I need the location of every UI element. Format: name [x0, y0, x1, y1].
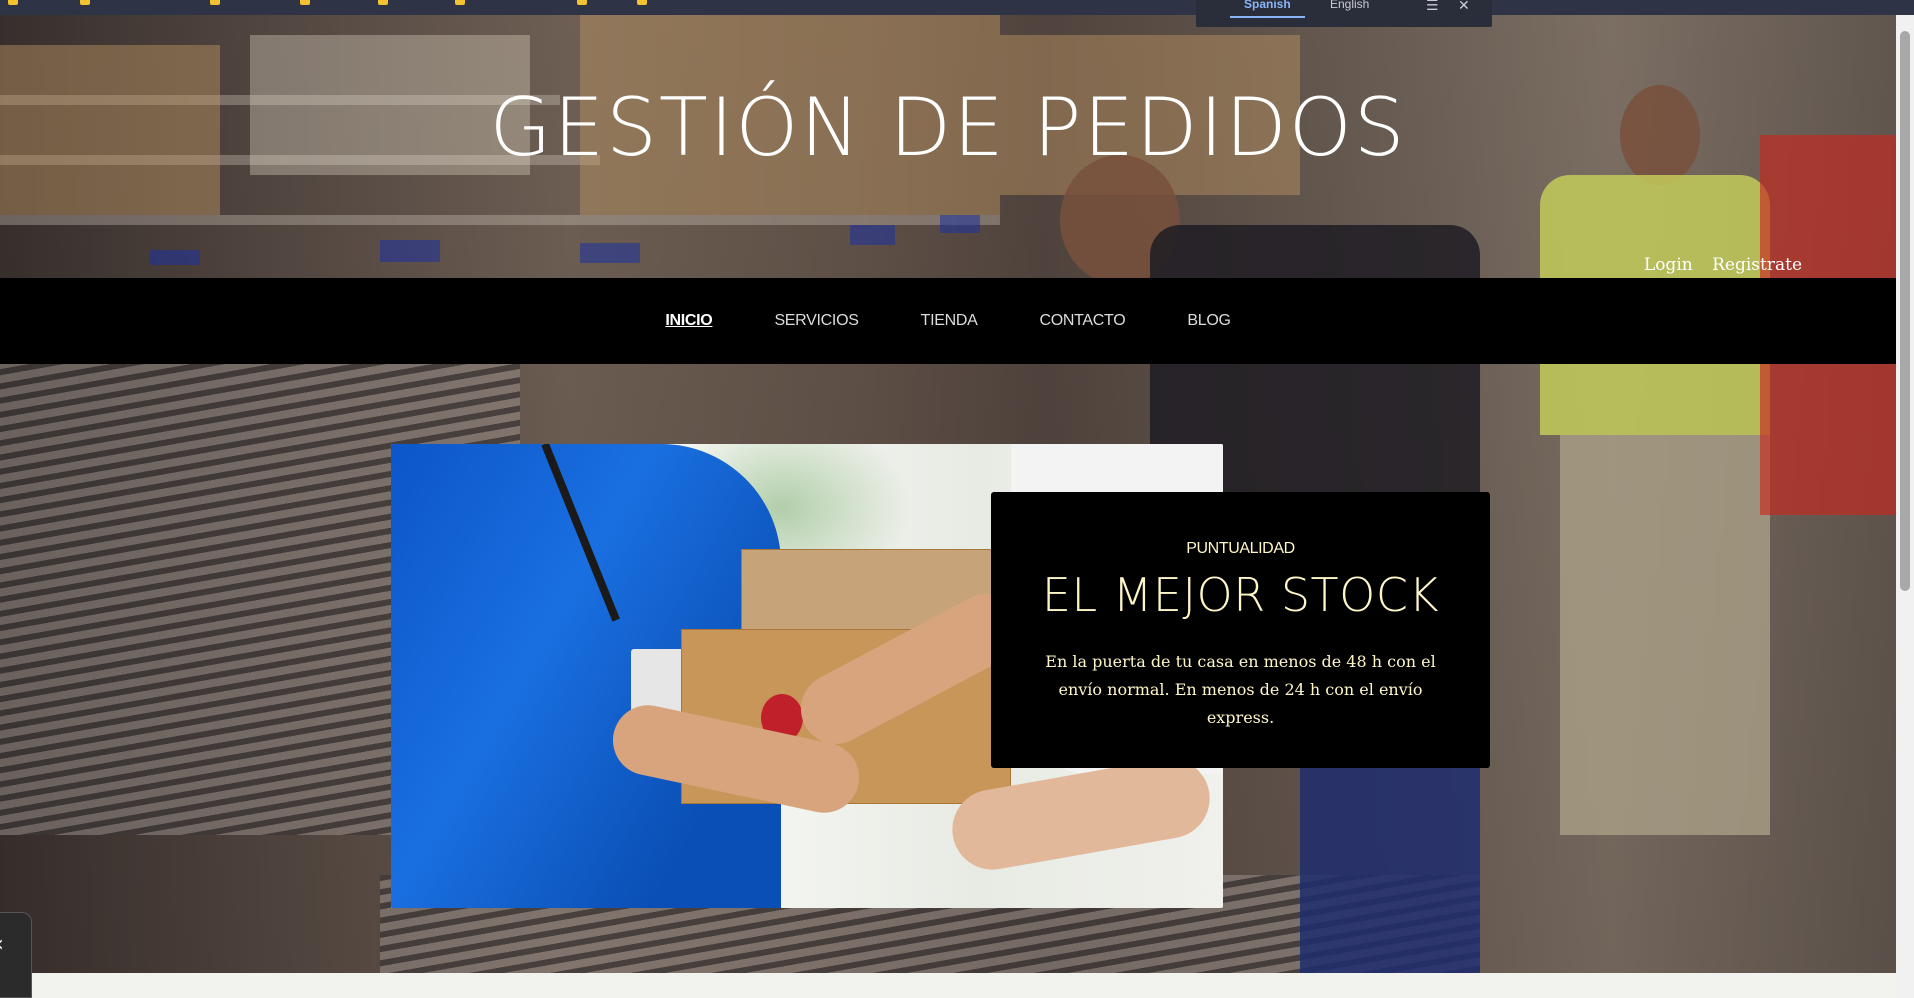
- chevron-left-icon: ‹: [0, 932, 4, 957]
- hero-section: GESTIÓN DE PEDIDOS Login Registrate INIC…: [0, 15, 1896, 973]
- register-link[interactable]: Registrate: [1712, 255, 1802, 275]
- bookmark-folder-icon[interactable]: [637, 0, 647, 5]
- side-panel-toggle[interactable]: ‹: [0, 912, 32, 998]
- auth-links: Login Registrate: [1630, 255, 1802, 275]
- main-nav: INICIO SERVICIOS TIENDA CONTACTO BLOG: [0, 278, 1896, 364]
- bookmark-folder-icon[interactable]: [8, 0, 18, 5]
- feature-headline: EL MEJOR STOCK: [1041, 568, 1440, 622]
- bookmark-folder-icon[interactable]: [300, 0, 310, 5]
- feature-card: PUNTUALIDAD EL MEJOR STOCK En la puerta …: [991, 492, 1490, 768]
- background-box: [150, 250, 200, 265]
- bookmark-folder-icon[interactable]: [210, 0, 220, 5]
- feature-description: En la puerta de tu casa en menos de 48 h…: [1045, 652, 1436, 727]
- background-box: [850, 225, 895, 245]
- background-person: [1560, 435, 1770, 835]
- scrollbar-thumb[interactable]: [1900, 31, 1910, 591]
- login-link[interactable]: Login: [1644, 255, 1693, 275]
- bookmarks-bar: [0, 0, 1914, 15]
- feature-kicker: PUNTUALIDAD: [1186, 540, 1295, 557]
- bookmark-folder-icon[interactable]: [80, 0, 90, 5]
- nav-item-inicio[interactable]: INICIO: [665, 312, 712, 330]
- language-option-spanish[interactable]: Spanish: [1230, 0, 1305, 18]
- background-shelf: [0, 215, 1000, 225]
- background-box: [380, 240, 440, 262]
- bookmark-folder-icon[interactable]: [455, 0, 465, 5]
- page-scrollbar[interactable]: [1896, 15, 1914, 998]
- menu-icon[interactable]: ☰: [1426, 0, 1439, 14]
- bookmark-folder-icon[interactable]: [378, 0, 388, 5]
- background-box: [580, 243, 640, 263]
- nav-item-contacto[interactable]: CONTACTO: [1039, 312, 1125, 330]
- nav-item-servicios[interactable]: SERVICIOS: [774, 312, 858, 330]
- nav-item-tienda[interactable]: TIENDA: [921, 312, 978, 330]
- bookmark-folder-icon[interactable]: [577, 0, 587, 5]
- translate-bar: Spanish English ☰ ✕: [1196, 0, 1492, 27]
- close-icon[interactable]: ✕: [1458, 0, 1470, 14]
- background-box: [940, 215, 980, 233]
- site-title: GESTIÓN DE PEDIDOS: [489, 81, 1407, 174]
- nav-item-blog[interactable]: BLOG: [1187, 312, 1231, 330]
- page-footer-edge: [0, 973, 1896, 998]
- language-option-english[interactable]: English: [1316, 0, 1383, 18]
